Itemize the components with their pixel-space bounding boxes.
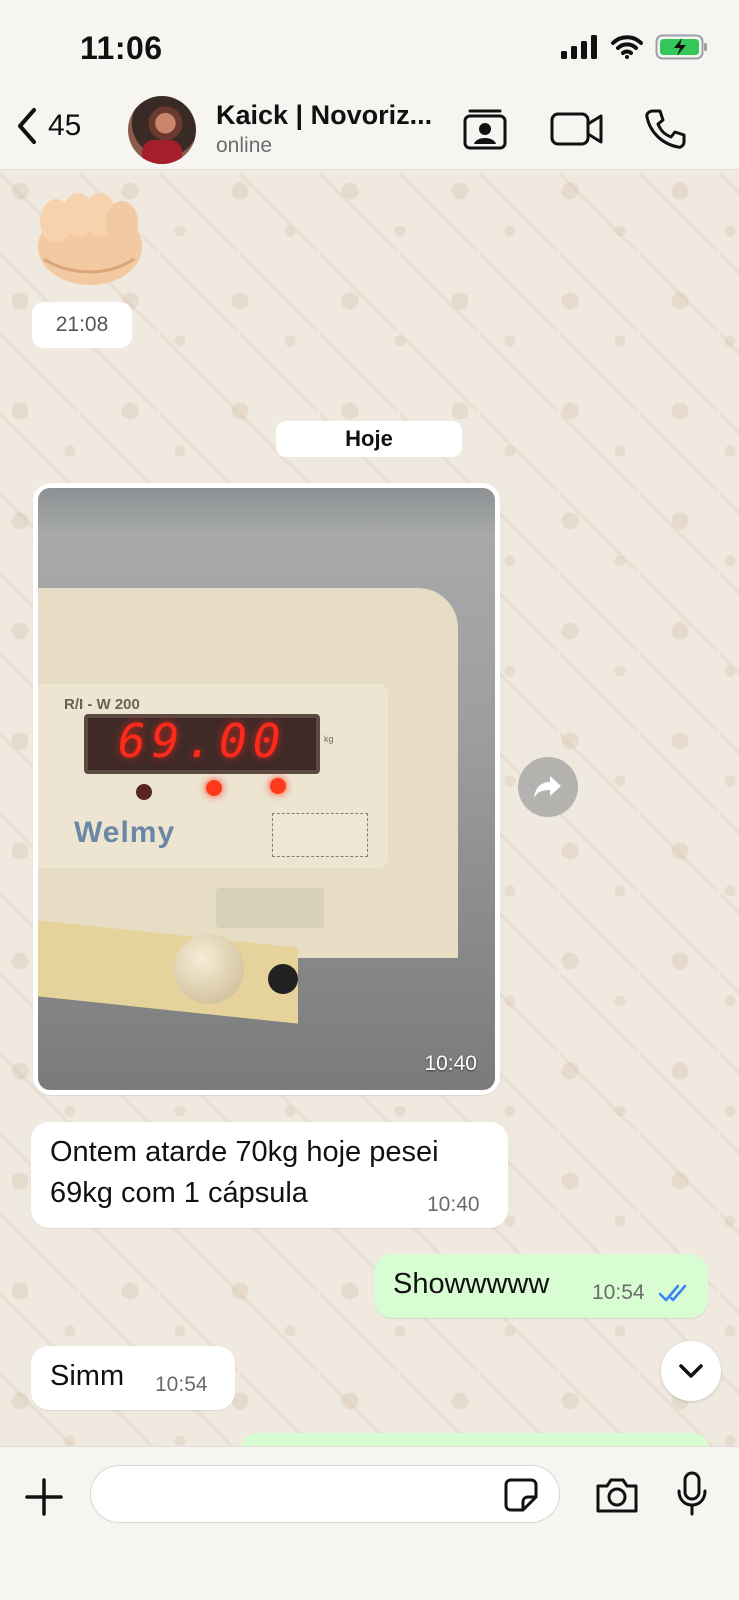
- composer-bar: [0, 1446, 739, 1600]
- chat-header: 45 Kaick | Novoriz... online: [0, 92, 739, 170]
- status-bar: 11:06: [0, 0, 739, 92]
- scale-model-label: R/I - W 200: [64, 696, 140, 713]
- scale-knob-dark: [268, 964, 298, 994]
- battery-icon: [655, 34, 707, 60]
- message-text: Simm: [50, 1360, 125, 1392]
- scale-knob: [174, 934, 244, 1004]
- previous-message-time: 21:08: [32, 302, 132, 348]
- avatar-shirt: [142, 140, 182, 164]
- message-time: 10:54: [155, 1373, 208, 1396]
- avatar[interactable]: [128, 96, 196, 164]
- read-ticks-icon: [658, 1284, 687, 1302]
- forward-button[interactable]: [518, 757, 578, 817]
- incoming-message[interactable]: Simm 10:54: [31, 1346, 235, 1410]
- signal-icon: [561, 35, 597, 59]
- chevron-down-icon: [679, 1364, 703, 1378]
- scale-sticker: [216, 888, 324, 928]
- date-separator: Hoje: [276, 421, 462, 457]
- kg-label: kg: [324, 734, 334, 744]
- led-liquid: [206, 780, 222, 796]
- contact-status: online: [216, 134, 273, 157]
- image-message[interactable]: R/I - W 200 69.00 kg Welmy 10:40: [33, 483, 500, 1095]
- fist-emoji-icon: [38, 193, 142, 285]
- outgoing-message[interactable]: Showwwww 10:54: [374, 1254, 708, 1318]
- video-call-icon[interactable]: [550, 110, 604, 148]
- wifi-icon: [611, 35, 643, 59]
- chevron-left-icon: [18, 108, 36, 144]
- sticker-icon[interactable]: [503, 1477, 539, 1513]
- unread-count: 45: [48, 109, 82, 142]
- back-button[interactable]: 45: [14, 106, 81, 146]
- message-time: 10:54: [592, 1281, 645, 1304]
- scale-reading: 69.00: [118, 714, 287, 768]
- image-time: 10:40: [424, 1052, 477, 1075]
- phone-call-icon[interactable]: [644, 108, 686, 150]
- message-text-line2: 69kg com 1 cápsula: [50, 1177, 308, 1209]
- status-time: 11:06: [80, 30, 163, 66]
- contact-card-icon[interactable]: [462, 106, 508, 152]
- plus-icon[interactable]: [24, 1477, 64, 1517]
- microphone-icon[interactable]: [676, 1471, 708, 1517]
- message-text-line1: Ontem atarde 70kg hoje pesei: [50, 1136, 439, 1168]
- led-zero: [136, 784, 152, 800]
- message-text: Showwwww: [393, 1268, 550, 1300]
- scroll-to-bottom-button[interactable]: [661, 1341, 721, 1401]
- status-icons: [561, 34, 709, 60]
- forward-icon: [534, 776, 561, 798]
- scale-tag: [272, 813, 368, 857]
- message-time: 10:40: [427, 1193, 480, 1216]
- message-input[interactable]: [90, 1465, 560, 1523]
- camera-icon[interactable]: [594, 1475, 640, 1515]
- outgoing-message-partial: [240, 1433, 710, 1446]
- scale-brand: Welmy: [74, 816, 176, 849]
- incoming-message[interactable]: Ontem atarde 70kg hoje pesei 69kg com 1 …: [31, 1122, 508, 1228]
- chat-area[interactable]: 21:08 Hoje R/I - W 200 69.00 kg Welmy 10…: [0, 171, 739, 1446]
- contact-name[interactable]: Kaick | Novoriz...: [216, 100, 434, 131]
- scale-photo[interactable]: R/I - W 200 69.00 kg Welmy 10:40: [38, 488, 495, 1090]
- led-stable: [270, 778, 286, 794]
